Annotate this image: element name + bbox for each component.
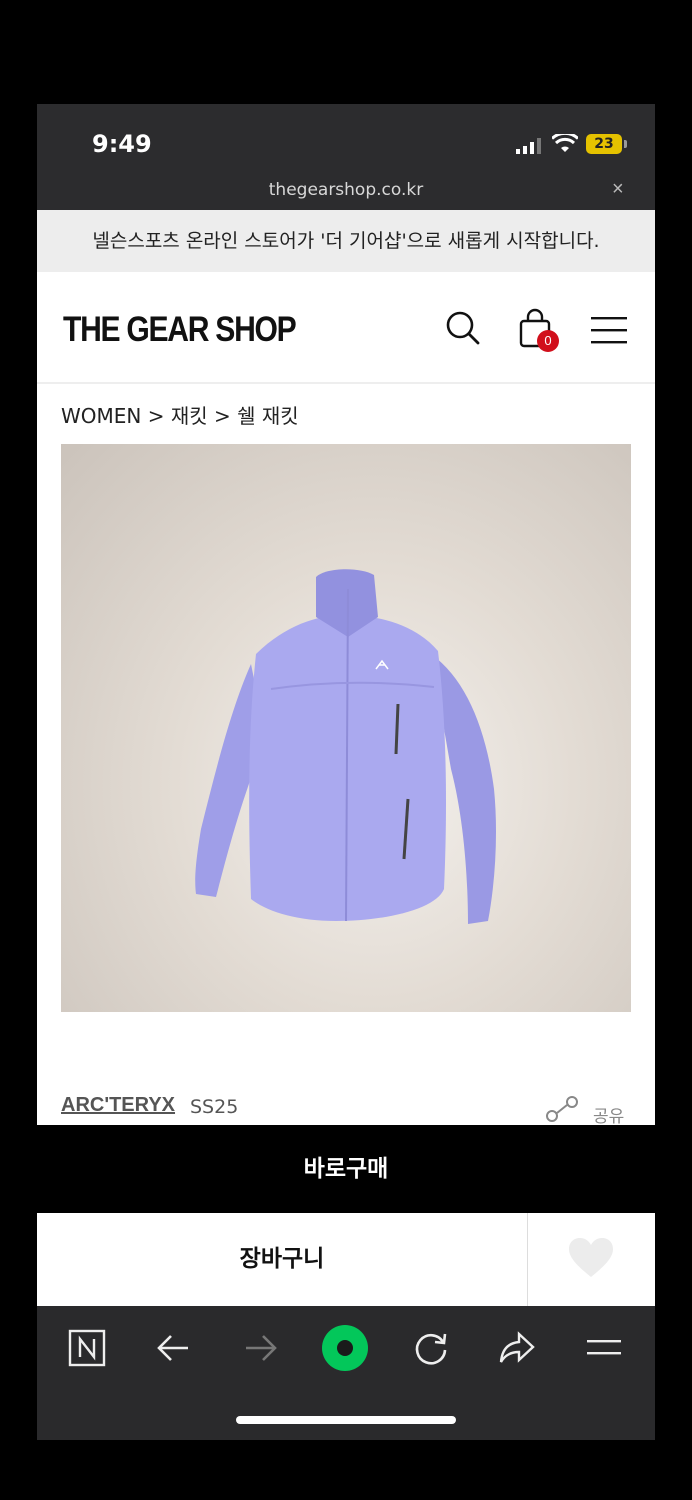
search-icon[interactable] xyxy=(445,310,481,346)
home-indicator[interactable] xyxy=(236,1416,456,1424)
clock: 9:49 xyxy=(92,130,152,158)
wifi-icon xyxy=(552,134,578,152)
naver-n-icon[interactable] xyxy=(67,1328,107,1368)
announcement-banner: 넬슨스포츠 온라인 스토어가 '더 기어샵'으로 새롭게 시작합니다. xyxy=(37,210,655,272)
forward-arrow-icon[interactable] xyxy=(240,1328,280,1368)
wishlist-button[interactable] xyxy=(528,1213,655,1306)
phone-screen: 9:49 23 thegearshop.co.kr × 넬슨스포츠 온라인 스토… xyxy=(37,104,655,1440)
menu-icon[interactable] xyxy=(585,1328,625,1368)
season-label: SS25 xyxy=(190,1096,239,1118)
site-logo[interactable]: THE GEAR SHOP xyxy=(63,310,297,350)
battery-cap xyxy=(624,140,627,148)
share-label[interactable]: 공유 xyxy=(593,1102,624,1127)
jacket-image xyxy=(195,569,496,924)
brand-row: ARC'TERYX SS25 공유 xyxy=(61,1094,631,1127)
back-arrow-icon[interactable] xyxy=(154,1328,194,1368)
heart-icon xyxy=(569,1238,613,1277)
status-bar: 9:49 23 thegearshop.co.kr × xyxy=(37,104,655,210)
battery-icon: 23 xyxy=(586,134,622,154)
hamburger-menu-icon[interactable] xyxy=(591,316,627,344)
cart-count-badge: 0 xyxy=(537,330,559,352)
product-image[interactable] xyxy=(61,444,631,1012)
reload-icon[interactable] xyxy=(411,1328,451,1368)
buy-now-button[interactable]: 바로구매 xyxy=(37,1125,655,1213)
site-header: THE GEAR SHOP 0 xyxy=(37,272,655,384)
green-dot-icon[interactable] xyxy=(321,1324,369,1372)
cellular-signal-icon xyxy=(516,138,541,154)
add-to-cart-button[interactable]: 장바구니 xyxy=(37,1213,528,1306)
url-bar[interactable]: thegearshop.co.kr xyxy=(37,180,655,200)
brand-link[interactable]: ARC'TERYX xyxy=(61,1094,175,1117)
share-arrow-icon[interactable] xyxy=(497,1328,537,1368)
share-icon[interactable] xyxy=(545,1096,579,1122)
breadcrumb[interactable]: WOMEN > 재킷 > 쉘 재킷 xyxy=(61,400,299,429)
close-icon[interactable]: × xyxy=(612,178,624,201)
